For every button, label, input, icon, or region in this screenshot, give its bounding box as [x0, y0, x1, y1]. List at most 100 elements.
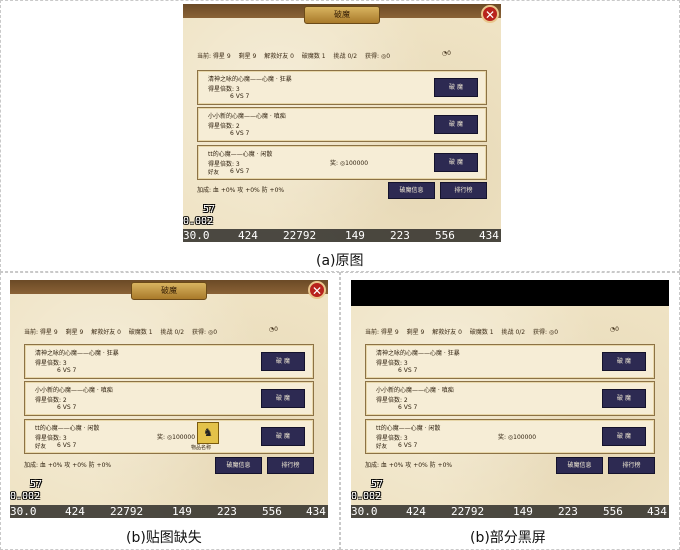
- break-info-button[interactable]: 破魔信息: [556, 457, 603, 474]
- perf-stat: 30.0: [351, 505, 378, 518]
- rescued-friends: 解救好友 0: [432, 329, 462, 336]
- ranking-button[interactable]: 排行榜: [608, 457, 655, 474]
- challenge-count: 挑战 0/2: [160, 329, 185, 336]
- perf-stat: 424: [65, 505, 85, 518]
- perf-stat: 30.0: [10, 505, 37, 518]
- status-info-row: 当前: 得星 9 剩星 9 解救好友 0 破魔数 1 挑战 0/2 获得: ◎0: [197, 51, 396, 60]
- challenge-count: 挑战 0/2: [501, 329, 526, 336]
- friend-tag: 好友: [208, 170, 220, 176]
- perf-stat: 556: [262, 505, 282, 518]
- perf-stat: 556: [435, 229, 455, 242]
- current-stars: 当前: 得星 9: [24, 329, 58, 336]
- gain-value: 获得: ◎0: [365, 53, 391, 60]
- status-info-row: 当前: 得星 9 剩星 9 解救好友 0 破魔数 1 挑战 0/2 获得: ◎0: [365, 327, 564, 336]
- perf-stat: 223: [390, 229, 410, 242]
- star-multiplier: 得星倍数: 3: [35, 360, 67, 367]
- break-info-button[interactable]: 破魔信息: [388, 182, 435, 199]
- demon-name: 清神之咏的心魔——心魔 · 狂暴: [208, 76, 292, 83]
- perf-stats-bar: 30.0 424 22792 149 223 556 434: [183, 229, 501, 242]
- break-demon-button[interactable]: 破 魔: [602, 427, 646, 446]
- perf-stat: 434: [647, 505, 667, 518]
- remaining-stars: 剩星 9: [238, 53, 257, 60]
- screenshot-missing-texture: 破魔 ✕ 当前: 得星 9 剩星 9 解救好友 0 破魔数 1 挑战 0/2 获…: [10, 280, 328, 518]
- versus-score: 6 VS 7: [230, 168, 250, 175]
- frame-time-readout: 0.002: [10, 491, 41, 502]
- break-demon-button[interactable]: 破 魔: [261, 352, 305, 371]
- star-multiplier: 得星倍数: 3: [376, 360, 408, 367]
- versus-score: 6 VS 7: [398, 442, 418, 449]
- coin-count: ◔0: [441, 50, 451, 57]
- reward-value: 奖: ◎100000: [157, 434, 196, 441]
- perf-stat: 424: [238, 229, 258, 242]
- bonus-stats: 加成: 血 +0% 攻 +0% 防 +0%: [197, 187, 285, 194]
- rescued-friends: 解救好友 0: [264, 53, 294, 60]
- demon-card: 清神之咏的心魔——心魔 · 狂暴 得星倍数: 3 6 VS 7 破 魔: [197, 70, 487, 105]
- item-placeholder-icon[interactable]: ♞: [197, 422, 219, 444]
- ranking-button[interactable]: 排行榜: [440, 182, 487, 199]
- demon-name: tt的心魔——心魔 · 闲散: [208, 151, 273, 158]
- break-count: 破魔数 1: [128, 329, 153, 336]
- gain-value: 获得: ◎0: [192, 329, 218, 336]
- versus-score: 6 VS 7: [57, 367, 77, 374]
- item-name-label: 物品名称: [191, 445, 212, 451]
- versus-score: 6 VS 7: [398, 404, 418, 411]
- rescued-friends: 解救好友 0: [91, 329, 121, 336]
- demon-name: tt的心魔——心魔 · 闲散: [376, 425, 441, 432]
- ranking-button[interactable]: 排行榜: [267, 457, 314, 474]
- perf-stat: 149: [345, 229, 365, 242]
- reward-value: 奖: ◎100000: [498, 434, 537, 441]
- caption-partial-black: (b)部分黑屏: [470, 530, 546, 546]
- frame-time-readout: 0.002: [183, 216, 214, 227]
- break-count: 破魔数 1: [301, 53, 326, 60]
- perf-stats-bar: 30.0 424 22792 149 223 556 434: [10, 505, 328, 518]
- remaining-stars: 剩星 9: [406, 329, 425, 336]
- star-multiplier: 得星倍数: 2: [35, 397, 67, 404]
- versus-score: 6 VS 7: [230, 130, 250, 137]
- gain-value: 获得: ◎0: [533, 329, 559, 336]
- break-info-button[interactable]: 破魔信息: [215, 457, 262, 474]
- break-count: 破魔数 1: [469, 329, 494, 336]
- close-icon[interactable]: ✕: [481, 5, 499, 23]
- fps-readout: 57: [30, 479, 43, 490]
- star-multiplier: 得星倍数: 3: [208, 161, 240, 168]
- break-demon-button[interactable]: 破 魔: [434, 78, 478, 97]
- status-info-row: 当前: 得星 9 剩星 9 解救好友 0 破魔数 1 挑战 0/2 获得: ◎0: [24, 327, 223, 336]
- friend-tag: 好友: [35, 444, 47, 450]
- perf-stat: 223: [558, 505, 578, 518]
- close-icon[interactable]: ✕: [308, 281, 326, 299]
- break-demon-button[interactable]: 破 魔: [434, 115, 478, 134]
- perf-stat: 30.0: [183, 229, 210, 242]
- coin-count: ◔0: [268, 326, 278, 333]
- demon-name: 小小新的心魔——心魔 · 嗔痴: [376, 387, 454, 394]
- perf-stat: 556: [603, 505, 623, 518]
- perf-stat: 22792: [283, 229, 317, 242]
- fps-readout: 57: [203, 204, 216, 215]
- perf-stat: 22792: [451, 505, 485, 518]
- break-demon-button[interactable]: 破 魔: [434, 153, 478, 172]
- demon-name: 清神之咏的心魔——心魔 · 狂暴: [35, 350, 119, 357]
- star-multiplier: 得星倍数: 2: [208, 123, 240, 130]
- break-demon-button[interactable]: 破 魔: [261, 427, 305, 446]
- reward-value: 奖: ◎100000: [330, 160, 369, 167]
- remaining-stars: 剩星 9: [65, 329, 84, 336]
- perf-stat: 434: [479, 229, 499, 242]
- friend-tag: 好友: [376, 444, 388, 450]
- perf-stat: 223: [217, 505, 237, 518]
- current-stars: 当前: 得星 9: [365, 329, 399, 336]
- demon-card: 小小新的心魔——心魔 · 嗔痴 得星倍数: 2 6 VS 7 破 魔: [365, 381, 655, 416]
- screenshot-original: 破魔 ✕ 当前: 得星 9 剩星 9 解救好友 0 破魔数 1 挑战 0/2 获…: [183, 4, 501, 242]
- versus-score: 6 VS 7: [230, 93, 250, 100]
- challenge-count: 挑战 0/2: [333, 53, 358, 60]
- perf-stat: 149: [513, 505, 533, 518]
- perf-stat: 22792: [110, 505, 144, 518]
- perf-stats-bar: 30.0 424 22792 149 223 556 434: [351, 505, 669, 518]
- perf-stat: 149: [172, 505, 192, 518]
- star-multiplier: 得星倍数: 3: [35, 435, 67, 442]
- star-multiplier: 得星倍数: 3: [208, 86, 240, 93]
- bonus-stats: 加成: 血 +0% 攻 +0% 防 +0%: [24, 462, 112, 469]
- break-demon-button[interactable]: 破 魔: [261, 389, 305, 408]
- star-multiplier: 得星倍数: 2: [376, 397, 408, 404]
- break-demon-button[interactable]: 破 魔: [602, 352, 646, 371]
- break-demon-button[interactable]: 破 魔: [602, 389, 646, 408]
- window-title: 破魔: [131, 282, 207, 300]
